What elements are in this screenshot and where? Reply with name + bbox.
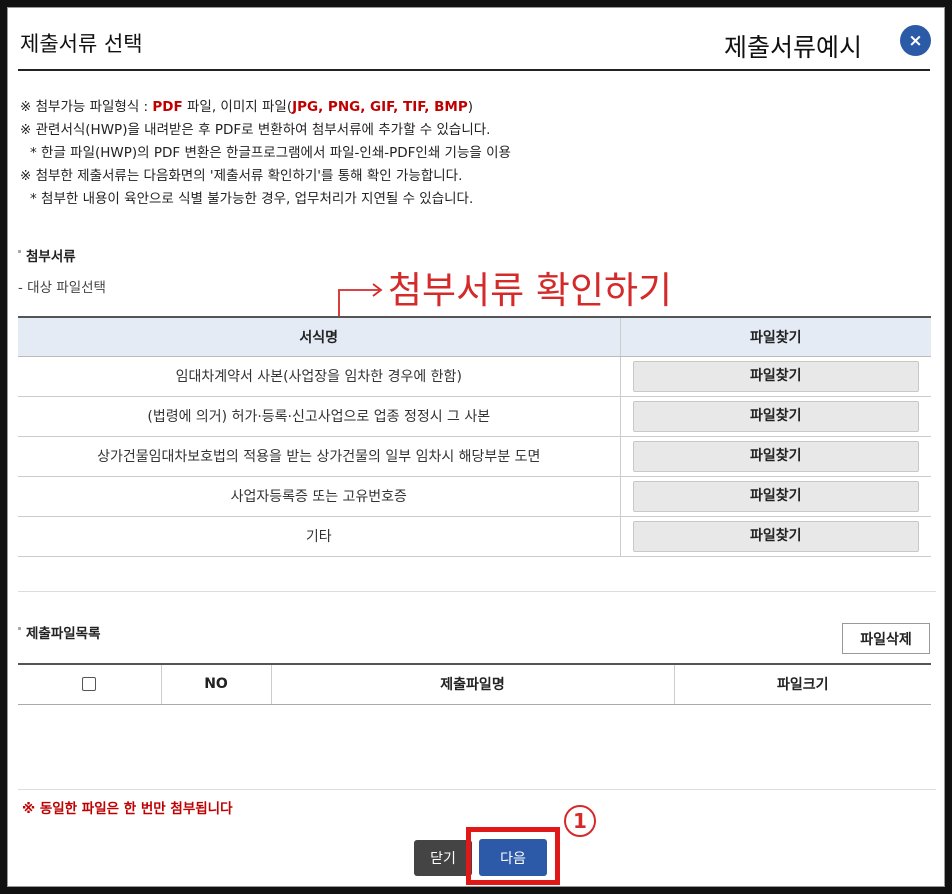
notice-prefix: ※ 첨부가능 파일형식 : [20, 99, 153, 115]
notice-line: * 첨부한 내용이 육안으로 식별 불가능한 경우, 업무처리가 지연될 수 있… [30, 191, 474, 207]
step-marker: 1 [564, 805, 596, 837]
table-row: 기타 파일찾기 [18, 516, 931, 557]
notice-line-formats: ※ 첨부가능 파일형식 : PDF 파일, 이미지 파일(JPG, PNG, G… [20, 96, 511, 119]
close-button[interactable]: 닫기 [414, 840, 472, 876]
column-file-size: 파일크기 [673, 663, 931, 705]
close-icon[interactable]: × [900, 25, 931, 56]
column-file-name: 제출파일명 [270, 663, 674, 705]
footer-divider [18, 789, 936, 790]
notice-block: ※ 첨부가능 파일형식 : PDF 파일, 이미지 파일(JPG, PNG, G… [20, 96, 511, 211]
find-file-button[interactable]: 파일찾기 [632, 520, 919, 552]
form-name: (법령에 의거) 허가·등록·신고사업으로 업종 정정시 그 사본 [18, 396, 621, 437]
submission-modal: 제출서류 선택 제출서류예시 × ※ 첨부가능 파일형식 : PDF 파일, 이… [7, 7, 945, 887]
form-name: 기타 [18, 516, 621, 557]
header-divider [18, 69, 930, 71]
notice-line: ※ 관련서식(HWP)을 내려받은 후 PDF로 변환하여 첨부서류에 추가할 … [20, 122, 491, 138]
table-row: (법령에 의거) 허가·등록·신고사업으로 업종 정정시 그 사본 파일찾기 [18, 396, 931, 437]
annotation-text: 첨부서류 확인하기 [388, 269, 673, 312]
table-row: 상가건물임대차보호법의 적용을 받는 상가건물의 일부 임차시 해당부분 도면 … [18, 436, 931, 477]
notice-line: * 한글 파일(HWP)의 PDF 변환은 한글프로그램에서 파일-인쇄-PDF… [30, 145, 511, 161]
section-divider [18, 591, 936, 592]
submitted-file-table: NO 제출파일명 파일크기 [18, 663, 931, 705]
find-file-button[interactable]: 파일찾기 [632, 480, 919, 512]
column-file-find: 파일찾기 [620, 316, 931, 357]
duplicate-warning: ※ 동일한 파일은 한 번만 첨부됩니다 [22, 801, 233, 817]
table-row: 사업자등록증 또는 고유번호증 파일찾기 [18, 476, 931, 517]
next-button[interactable]: 다음 [479, 839, 547, 876]
target-file-label: - 대상 파일선택 [18, 280, 106, 296]
form-name: 사업자등록증 또는 고유번호증 [18, 476, 621, 517]
modal-title: 제출서류 선택 [20, 32, 143, 56]
example-title: 제출서류예시 [723, 33, 862, 62]
notice-formats: JPG, PNG, GIF, TIF, BMP [292, 99, 468, 115]
table-row: 임대차계약서 사본(사업장을 임차한 경우에 한함) 파일찾기 [18, 356, 931, 397]
find-file-button[interactable]: 파일찾기 [632, 360, 919, 392]
delete-file-button[interactable]: 파일삭제 [842, 623, 930, 654]
column-form-name: 서식명 [18, 316, 621, 357]
notice-pdf: PDF [152, 99, 183, 115]
file-list-heading: 제출파일목록 [18, 622, 101, 642]
column-no: NO [160, 663, 271, 705]
select-all-cell [18, 663, 161, 705]
notice-suffix: ) [467, 99, 474, 115]
notice-mid: 파일, 이미지 파일( [182, 99, 293, 115]
find-file-button[interactable]: 파일찾기 [632, 400, 919, 432]
attach-section-heading: 첨부서류 [18, 245, 76, 265]
find-file-button[interactable]: 파일찾기 [632, 440, 919, 472]
notice-line: ※ 첨부한 제출서류는 다음화면의 '제출서류 확인하기'를 통해 확인 가능합… [20, 168, 463, 184]
attachment-table: 서식명 파일찾기 임대차계약서 사본(사업장을 임차한 경우에 한함) 파일찾기… [18, 316, 931, 557]
form-name: 임대차계약서 사본(사업장을 임차한 경우에 한함) [18, 356, 621, 397]
form-name: 상가건물임대차보호법의 적용을 받는 상가건물의 일부 임차시 해당부분 도면 [18, 436, 621, 477]
select-all-checkbox[interactable] [82, 677, 97, 692]
